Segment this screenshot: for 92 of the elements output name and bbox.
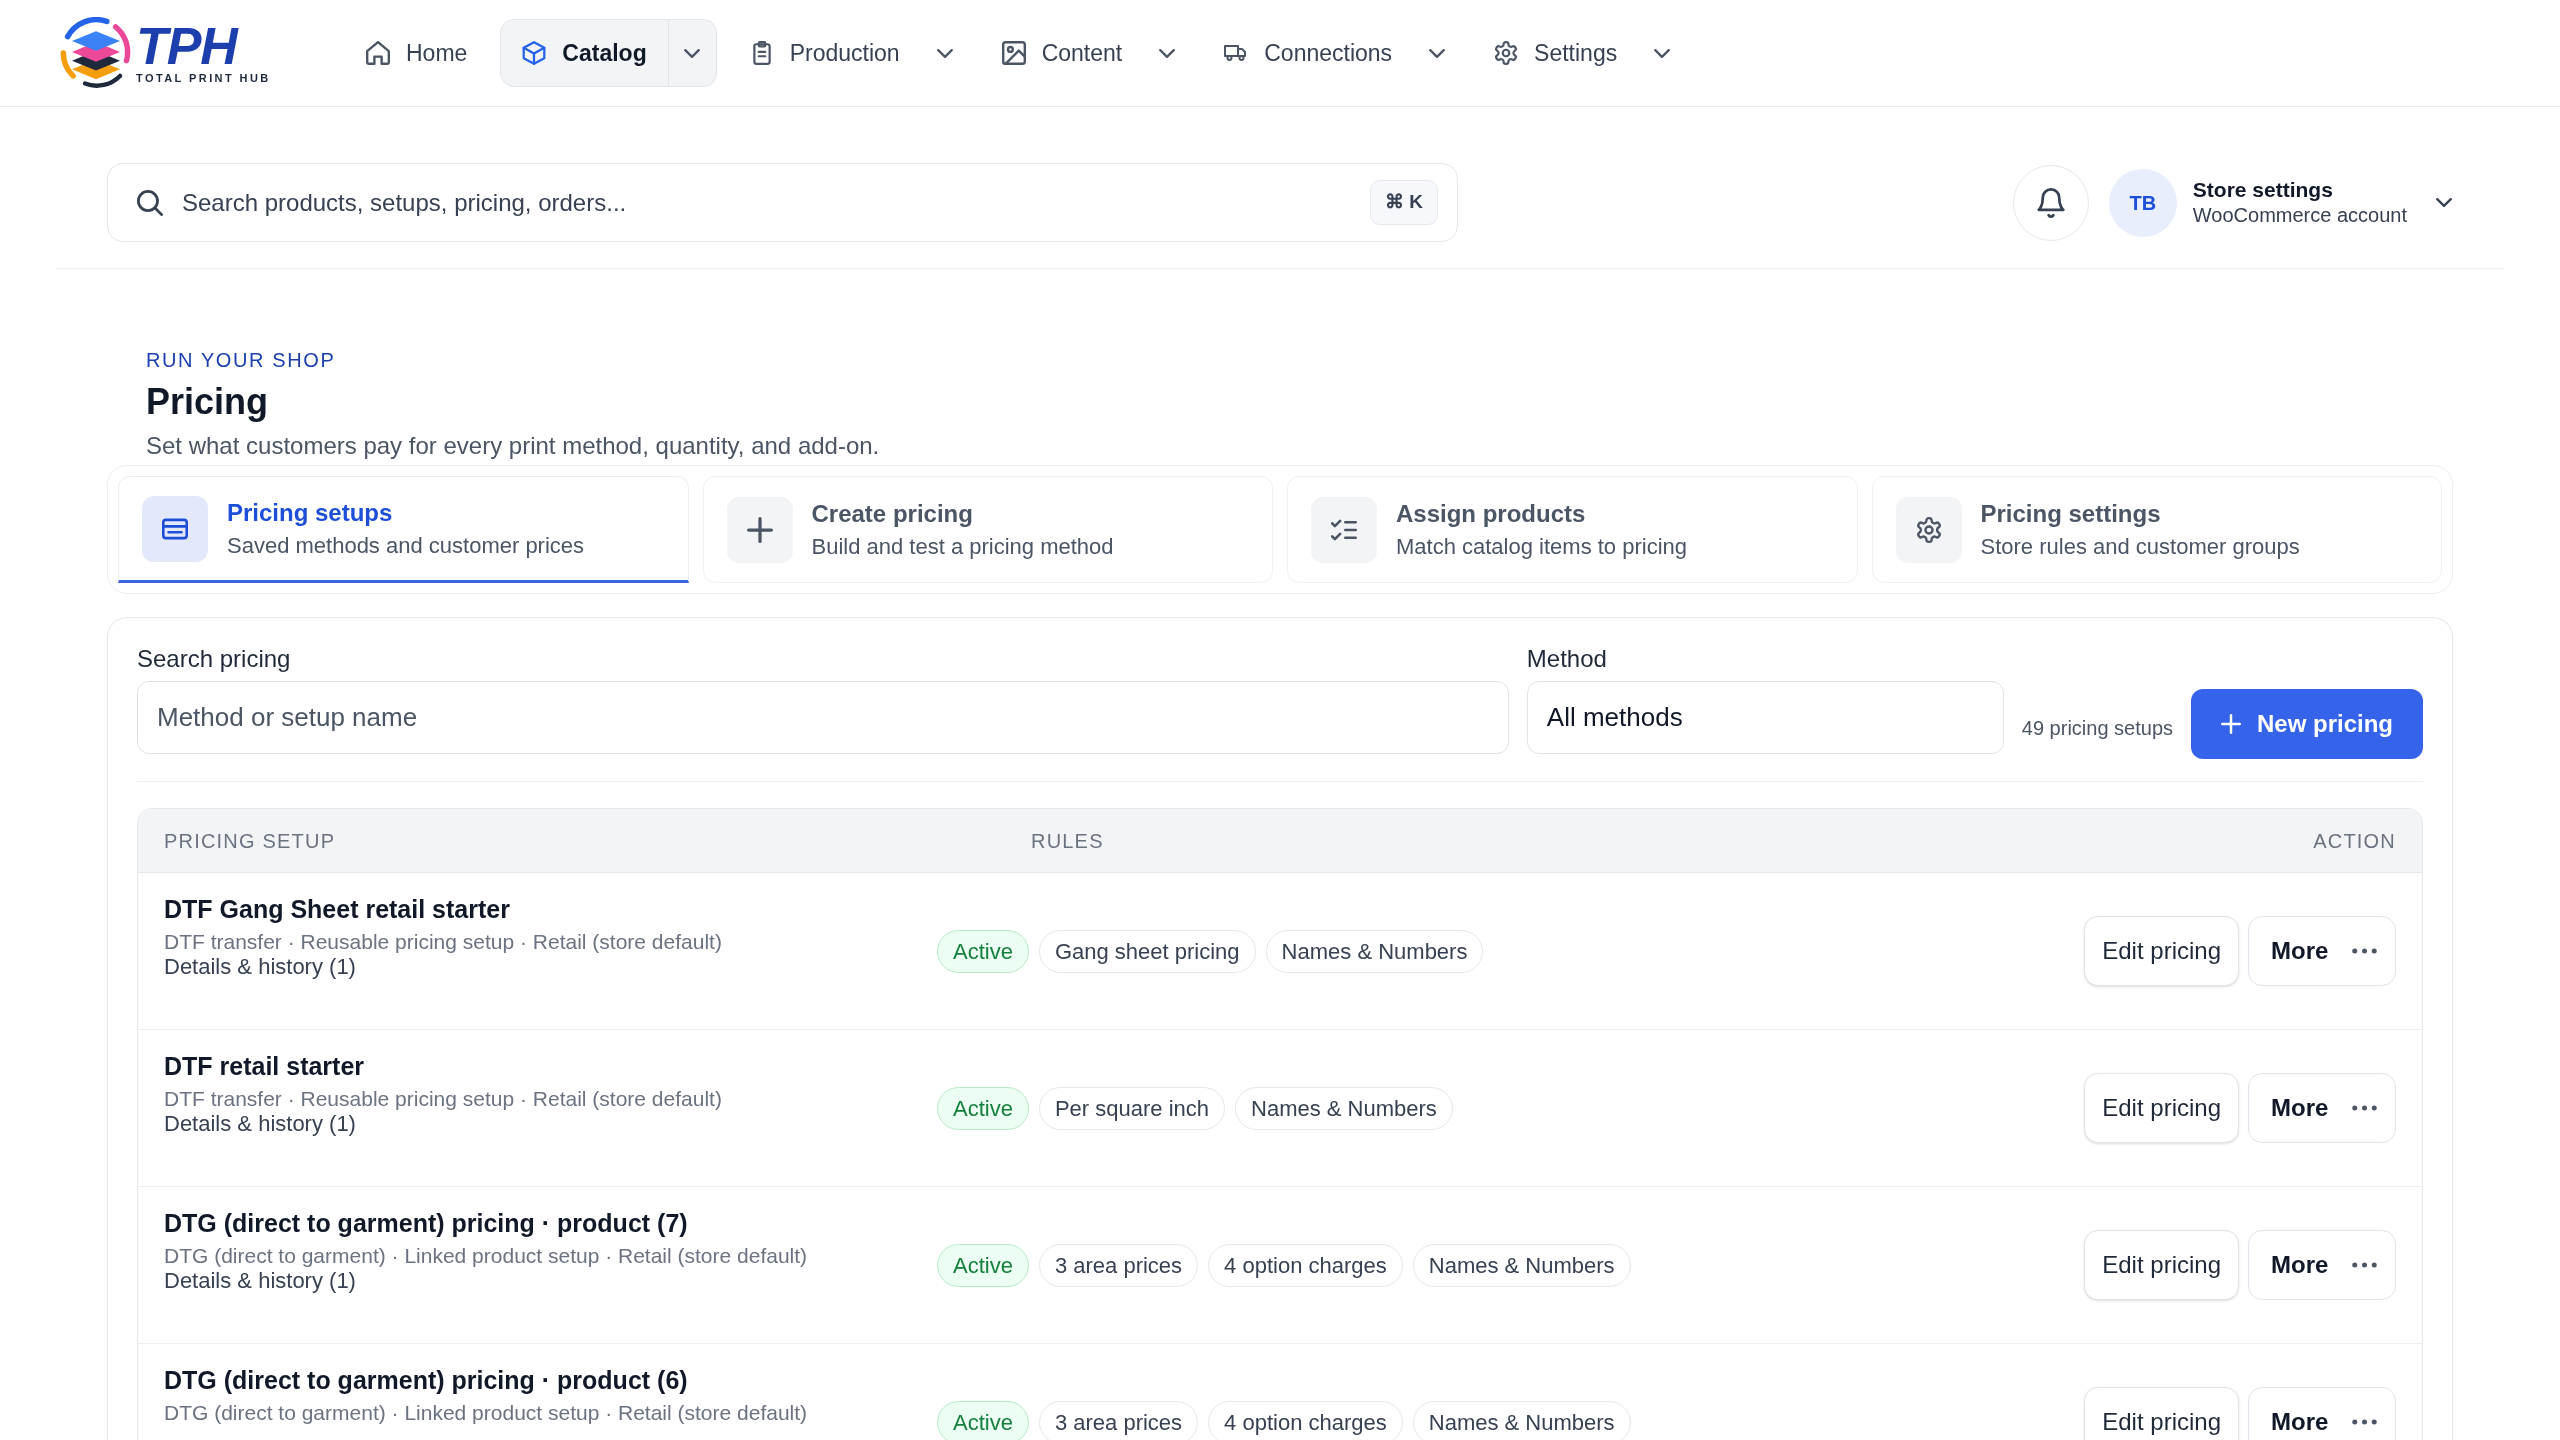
edit-pricing-button[interactable]: Edit pricing [2084,1387,2239,1440]
nav-link[interactable]: Settings [1473,19,1639,87]
chevron-down-icon [1429,48,1446,58]
layered-logo-icon [60,17,132,89]
ellipsis-icon [2352,1262,2377,1268]
setup-title: DTG (direct to garment) pricing · product (6) [164,1365,688,1396]
page-eyebrow: RUN YOUR SHOP [146,348,336,372]
tab-subtitle: Saved methods and customer prices [227,531,585,560]
nav-link[interactable]: Catalog [500,19,669,87]
result-count: 49 pricing setups [2021,716,2173,741]
tab-title: Pricing setups [227,497,393,528]
details-link[interactable]: Details & history (1) [164,1269,356,1293]
nav-link[interactable]: Connections [1203,19,1414,87]
search-icon [137,190,163,216]
edit-pricing-button[interactable]: Edit pricing [2084,916,2239,986]
details-link[interactable]: Details & history (1) [164,955,356,979]
nav-link[interactable]: Production [728,19,921,87]
plus-icon [726,496,793,563]
chevron-down-icon [1654,48,1671,58]
more-button[interactable]: More [2248,1230,2396,1300]
checklist-icon [1311,496,1377,563]
field-label: Search pricing [137,644,291,674]
tab-title: Pricing settings [1980,498,2161,529]
setup-meta: DTF transfer · Reusable pricing setup · Retail (store default) [164,1086,722,1112]
setup-title: DTG (direct to garment) pricing · product (7) [164,1208,688,1239]
status-badge: Active [937,1400,1029,1440]
chevron-down-icon [684,48,701,58]
method-select[interactable]: All methods [1526,681,2004,754]
rule-tag: Names & Numbers [1412,1400,1631,1440]
rule-tag: 4 option charges [1208,1400,1403,1440]
new-pricing-button[interactable]: New pricing [2191,689,2423,759]
nav-link[interactable]: Content [980,19,1144,87]
rule-tag: Gang sheet pricing [1038,929,1256,973]
more-button[interactable]: More [2248,1073,2396,1143]
ellipsis-icon [2352,1105,2377,1111]
column-header: PRICING SETUP [164,828,337,854]
setup-title: DTF retail starter [164,1051,365,1082]
rule-tag: Names & Numbers [1235,1086,1453,1130]
tab[interactable]: Assign products Match catalog items to pricing [1287,476,1858,583]
rule-tag: Names & Numbers [1412,1243,1631,1287]
rule-tag: Per square inch [1038,1086,1225,1130]
tab[interactable]: Pricing setups Saved methods and customer prices [118,476,689,583]
nav-link[interactable]: Home [345,19,489,87]
tab[interactable]: Pricing settings Store rules and customer groups [1871,476,2442,583]
tab-title: Create pricing [811,498,973,529]
tab-title: Assign products [1396,498,1586,529]
tab[interactable]: Create pricing Build and test a pricing method [702,476,1273,583]
status-badge: Active [937,1243,1029,1287]
gear-icon [1895,496,1962,563]
status-badge: Active [937,1086,1029,1130]
more-button[interactable]: More [2248,916,2396,986]
rule-tag: 3 area prices [1038,1243,1199,1287]
more-button[interactable]: More [2248,1387,2396,1440]
image-icon [1001,41,1026,65]
avatar: TB [2108,168,2177,237]
field-label: Method [1526,644,1607,674]
plus-icon [2221,714,2241,734]
status-badge: Active [937,929,1029,973]
rule-tag: 4 option charges [1208,1243,1403,1287]
tab-subtitle: Build and test a pricing method [811,532,1114,561]
setup-meta: DTG (direct to garment) · Linked product setup · Retail (store default) [164,1243,808,1269]
setup-title: DTF Gang Sheet retail starter [164,894,510,925]
page-title: Pricing [146,380,269,424]
logo-tagline: TOTAL PRINT HUB [136,71,271,85]
home-icon [366,41,390,65]
page-description: Set what customers pay for every print method, quantity, and add-on. [146,431,880,461]
rule-tag: 3 area prices [1038,1400,1199,1440]
rule-tag: Names & Numbers [1265,929,1484,973]
chevron-down-icon [936,48,953,58]
details-link[interactable]: Details & history (1) [164,1112,356,1136]
edit-pricing-button[interactable]: Edit pricing [2084,1230,2239,1300]
setup-meta: DTF transfer · Reusable pricing setup · Retail (store default) [164,929,722,955]
search-pricing-input[interactable]: Method or setup name [137,681,1509,754]
cube-icon [522,41,547,65]
account-subtitle: WooCommerce account [2192,203,2407,228]
tab-subtitle: Store rules and customer groups [1980,532,2300,561]
dropdown-toggle[interactable] [668,19,717,87]
tab-subtitle: Match catalog items to pricing [1396,532,1688,561]
bell-icon [2036,187,2065,218]
ellipsis-icon [2352,1419,2377,1425]
card-icon [142,495,208,562]
chevron-down-icon [1159,48,1176,58]
edit-pricing-button[interactable]: Edit pricing [2084,1073,2239,1143]
account-title: Store settings [2192,177,2333,203]
setup-meta: DTG (direct to garment) · Linked product setup · Retail (store default) [164,1400,808,1426]
gear-icon [1494,41,1519,65]
ellipsis-icon [2352,948,2377,954]
shortcut-key: ⌘ K [1370,180,1438,225]
column-header: RULES [1031,828,1105,854]
logo-wordmark: TPH [136,21,237,71]
chevron-down-icon [2436,198,2452,207]
column-header: ACTION [2313,828,2396,854]
